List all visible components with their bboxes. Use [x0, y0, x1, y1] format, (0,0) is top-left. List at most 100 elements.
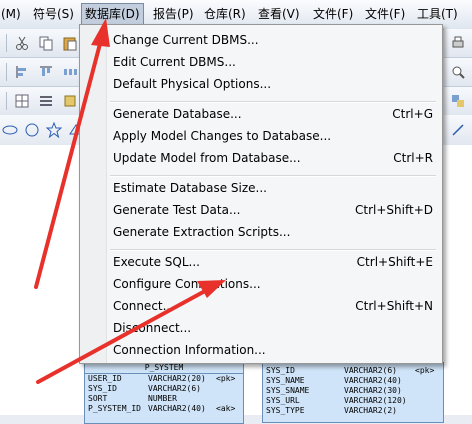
menu-item-change-dbms[interactable]: Change Current DBMS...: [113, 30, 433, 50]
column-key: <pk>: [216, 374, 236, 383]
menu-symbol[interactable]: 符号(S): [30, 4, 77, 24]
toolbar-right-4: [444, 115, 472, 146]
menu-separator: [110, 175, 436, 177]
menu-item-label: Disconnect...: [113, 321, 192, 335]
menu-item-shortcut: Ctrl+Shift+N: [355, 299, 433, 313]
column-name: SYS_URL: [266, 396, 300, 405]
database-dropdown-menu: Change Current DBMS... Edit Current DBMS…: [79, 24, 443, 364]
toolbar-separator: [6, 34, 7, 52]
menu-item-label: Generate Test Data...: [113, 203, 241, 217]
toolbar-separator: [6, 92, 7, 110]
menu-item-label: Connection Information...: [113, 343, 266, 357]
menu-item-connect[interactable]: Connect... Ctrl+Shift+N: [113, 296, 433, 316]
menu-item-execute-sql[interactable]: Execute SQL... Ctrl+Shift+E: [113, 252, 433, 272]
menu-report[interactable]: 报告(P): [150, 4, 197, 24]
grid-icon[interactable]: [14, 93, 30, 109]
table-row: SYS_ID VARCHAR2(6): [85, 384, 243, 394]
column-type: VARCHAR2(6): [344, 366, 397, 375]
arrange-icon[interactable]: [450, 93, 466, 109]
menu-item-label: Generate Database...: [113, 107, 242, 121]
column-type: VARCHAR2(120): [344, 396, 407, 405]
menu-view[interactable]: 查看(V): [255, 4, 303, 24]
menu-separator: [110, 101, 436, 103]
menu-item-update-model[interactable]: Update Model from Database... Ctrl+R: [113, 148, 433, 168]
circle-icon[interactable]: [24, 122, 40, 138]
menu-item-shortcut: Ctrl+Shift+D: [355, 203, 433, 217]
paste-icon[interactable]: [62, 35, 78, 51]
table-row: P_SYSTEM_ID VARCHAR2(40) <ak>: [85, 404, 243, 414]
menu-item-edit-dbms[interactable]: Edit Current DBMS...: [113, 52, 433, 72]
menu-model[interactable]: (M): [0, 4, 24, 24]
toolbar-align: [0, 58, 86, 87]
column-name: P_SYSTEM_ID: [88, 404, 141, 413]
toolbar-right-3: [444, 87, 472, 116]
align-top-icon[interactable]: [38, 64, 54, 80]
menu-file-1[interactable]: 文件(F): [310, 4, 356, 24]
toolbar-format: [0, 87, 86, 116]
menu-item-apply-model-changes[interactable]: Apply Model Changes to Database...: [113, 126, 433, 146]
copy-icon[interactable]: [38, 35, 54, 51]
menu-item-label: Estimate Database Size...: [113, 181, 267, 195]
table-row: SORT NUMBER: [85, 394, 243, 404]
menu-file-2[interactable]: 文件(F): [362, 4, 408, 24]
table-row: SYS_SNAME VARCHAR2(30): [263, 386, 443, 396]
menu-tools[interactable]: 工具(T): [414, 4, 461, 24]
menu-item-shortcut: Ctrl+G: [392, 107, 433, 121]
menu-item-generate-extraction-scripts[interactable]: Generate Extraction Scripts...: [113, 222, 433, 242]
ellipse-icon[interactable]: [2, 122, 18, 138]
toolbar-edit: [0, 29, 86, 58]
table-row: SYS_URL VARCHAR2(120): [263, 396, 443, 406]
menu-separator: [110, 249, 436, 251]
table-title: P_SYSTEM: [85, 363, 243, 374]
column-type: VARCHAR2(20): [148, 374, 206, 383]
column-type: VARCHAR2(6): [148, 384, 201, 393]
menu-item-disconnect[interactable]: Disconnect...: [113, 318, 433, 338]
column-key: <ak>: [216, 404, 236, 413]
table-row: SYS_ID VARCHAR2(6) <pk>: [263, 366, 443, 376]
menu-item-label: Change Current DBMS...: [113, 33, 259, 47]
cut-icon[interactable]: [14, 35, 30, 51]
toolbar-separator: [6, 63, 7, 81]
align-left-icon[interactable]: [14, 64, 30, 80]
table-row: USER_ID VARCHAR2(20) <pk>: [85, 374, 243, 384]
shapes-palette: [0, 115, 86, 146]
menu-item-shortcut: Ctrl+R: [393, 151, 433, 165]
menu-item-label: Execute SQL...: [113, 255, 200, 269]
print-icon[interactable]: [450, 35, 466, 51]
menu-item-label: Update Model from Database...: [113, 151, 301, 165]
menu-item-shortcut: Ctrl+Shift+E: [356, 255, 433, 269]
toolbar-right-1: [444, 29, 472, 58]
column-name: SYS_ID: [88, 384, 117, 393]
menu-item-label: Apply Model Changes to Database...: [113, 129, 332, 143]
distribute-icon[interactable]: [62, 64, 78, 80]
column-name: SYS_NAME: [266, 376, 305, 385]
menu-item-label: Configure Connections...: [113, 277, 261, 291]
column-type: VARCHAR2(40): [344, 376, 402, 385]
menu-database[interactable]: 数据库(D): [81, 3, 144, 25]
column-name: SORT: [88, 394, 108, 403]
fill-icon[interactable]: [62, 93, 78, 109]
menu-item-generate-database[interactable]: Generate Database... Ctrl+G: [113, 104, 433, 124]
menu-icon-gutter: [80, 25, 107, 363]
zoom-icon[interactable]: [450, 64, 466, 80]
table-row: SYS_NAME VARCHAR2(40): [263, 376, 443, 386]
menu-item-label: Connect...: [113, 299, 175, 313]
column-name: SYS_ID: [266, 366, 295, 375]
menu-item-generate-test-data[interactable]: Generate Test Data... Ctrl+Shift+D: [113, 200, 433, 220]
menu-item-configure-connections[interactable]: Configure Connections...: [113, 274, 433, 294]
menu-item-label: Default Physical Options...: [113, 77, 272, 91]
link-icon[interactable]: [450, 122, 466, 138]
menu-item-connection-information[interactable]: Connection Information...: [113, 340, 433, 360]
line-style-icon[interactable]: [38, 93, 54, 109]
column-type: VARCHAR2(40): [148, 404, 206, 413]
star-icon[interactable]: [46, 122, 62, 138]
menu-item-estimate-size[interactable]: Estimate Database Size...: [113, 178, 433, 198]
column-type: VARCHAR2(30): [344, 386, 402, 395]
menu-repository[interactable]: 仓库(R): [201, 4, 249, 24]
column-name: USER_ID: [88, 374, 122, 383]
column-key: <pk>: [415, 366, 435, 375]
menu-item-label: Generate Extraction Scripts...: [113, 225, 291, 239]
menu-item-label: Edit Current DBMS...: [113, 55, 236, 69]
menu-item-default-physical-options[interactable]: Default Physical Options...: [113, 74, 433, 94]
table-system[interactable]: SYS_ID VARCHAR2(6) <pk> SYS_NAME VARCHAR…: [262, 362, 444, 423]
